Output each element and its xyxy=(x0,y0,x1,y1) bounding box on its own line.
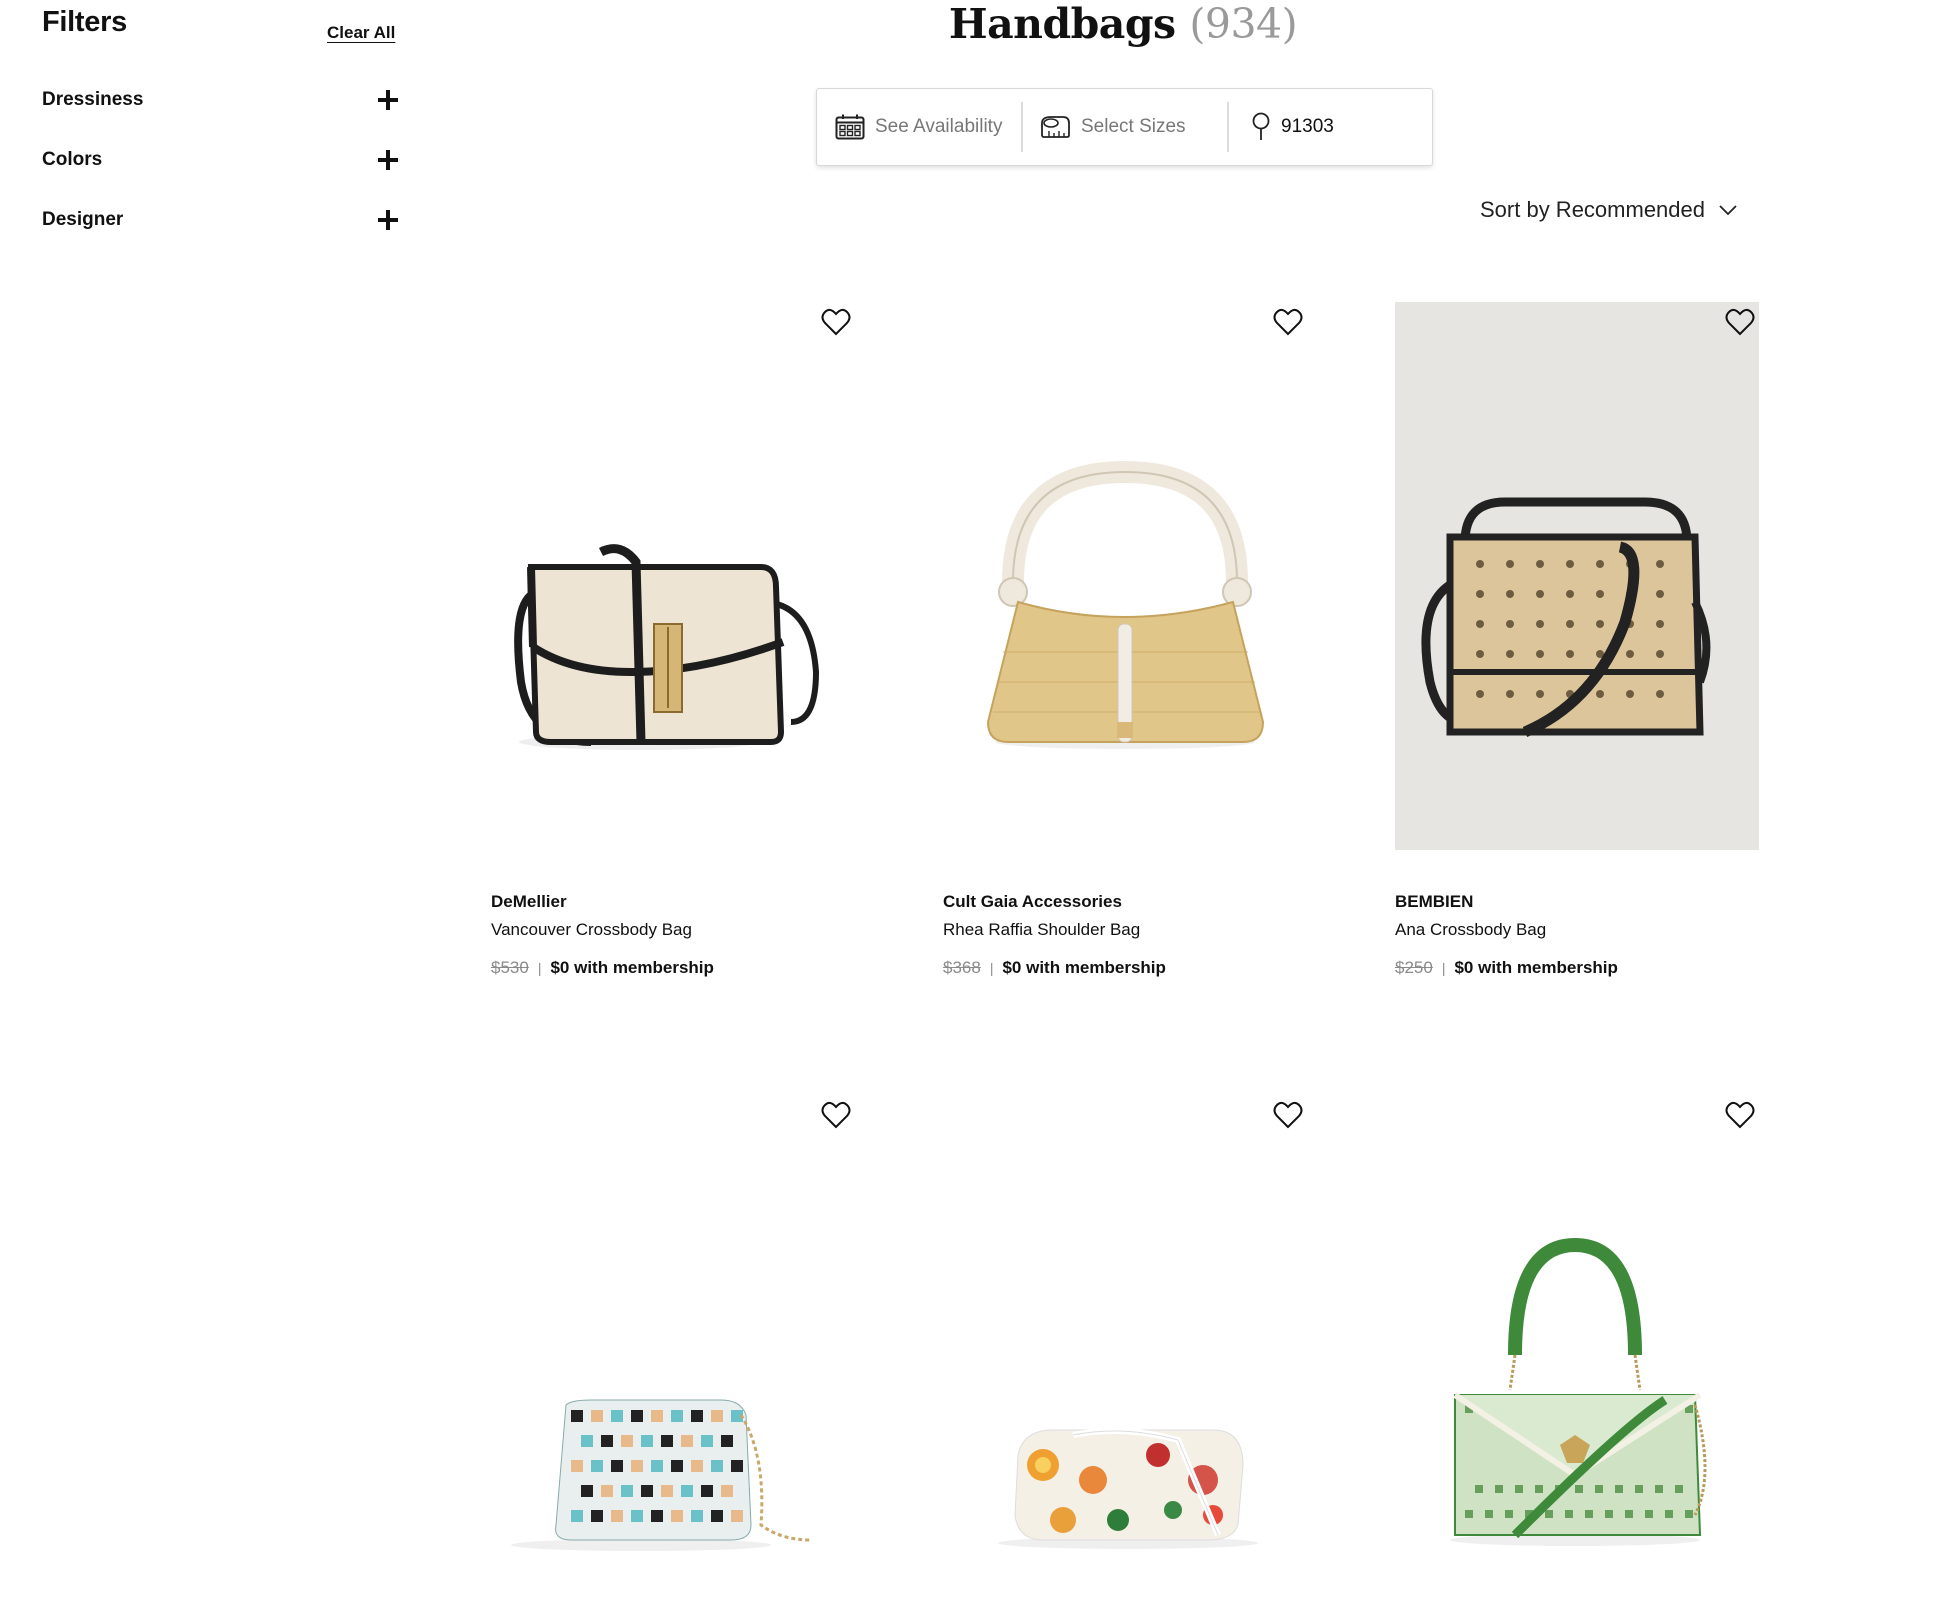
price-row: $530 | $0 with membership xyxy=(491,958,714,978)
product-name[interactable]: Ana Crossbody Bag xyxy=(1395,920,1546,940)
page-title: Handbags (934) xyxy=(0,0,1934,48)
price-divider: | xyxy=(537,960,542,976)
membership-price: $0 with membership xyxy=(1002,958,1166,977)
page-title-text: Handbags xyxy=(948,0,1176,48)
filter-dressiness[interactable]: Dressiness xyxy=(42,80,398,120)
filter-label: Dressiness xyxy=(42,89,144,110)
plus-icon[interactable] xyxy=(378,150,398,170)
product-image[interactable] xyxy=(943,302,1307,850)
select-sizes-label: Select Sizes xyxy=(1081,116,1186,137)
sort-label: Sort by Recommended xyxy=(1480,197,1705,222)
retail-price: $250 xyxy=(1395,958,1433,977)
heart-icon[interactable] xyxy=(1725,1101,1755,1129)
location-pin-icon xyxy=(1252,112,1270,140)
membership-price: $0 with membership xyxy=(1454,958,1618,977)
crossbody-bag-image xyxy=(514,544,820,750)
measuring-tape-icon xyxy=(1041,116,1070,138)
heart-icon[interactable] xyxy=(821,308,851,336)
product-card[interactable] xyxy=(1395,1095,1759,1607)
product-brand[interactable]: DeMellier xyxy=(491,892,567,912)
filter-label: Designer xyxy=(42,209,124,230)
select-sizes-button[interactable]: Select Sizes xyxy=(1023,102,1229,152)
plus-icon[interactable] xyxy=(378,90,398,110)
product-image[interactable] xyxy=(943,1095,1307,1607)
availability-bar: See Availability Select Sizes 91303 xyxy=(816,88,1433,166)
product-brand[interactable]: Cult Gaia Accessories xyxy=(943,892,1122,912)
product-image[interactable] xyxy=(1395,302,1759,850)
heart-icon[interactable] xyxy=(1273,1101,1303,1129)
rattan-crossbody-bag-image xyxy=(1421,497,1711,738)
beaded-clutch-image xyxy=(511,1399,812,1551)
retail-price: $368 xyxy=(943,958,981,977)
product-card[interactable]: DeMellier Vancouver Crossbody Bag $530 |… xyxy=(491,302,855,977)
product-image[interactable] xyxy=(1395,1095,1759,1607)
heart-icon[interactable] xyxy=(1273,308,1303,336)
product-card[interactable]: BEMBIEN Ana Crossbody Bag $250 | $0 with… xyxy=(1395,302,1759,977)
product-name[interactable]: Rhea Raffia Shoulder Bag xyxy=(943,920,1140,940)
product-card[interactable]: Cult Gaia Accessories Rhea Raffia Should… xyxy=(943,302,1307,977)
product-image[interactable] xyxy=(491,302,855,850)
zip-code-value: 91303 xyxy=(1281,116,1334,137)
chevron-down-icon xyxy=(1719,204,1737,215)
product-image[interactable] xyxy=(491,1095,855,1607)
raffia-shoulder-bag-image xyxy=(986,460,1265,749)
price-divider: | xyxy=(989,960,994,976)
result-count: (934) xyxy=(1189,0,1298,48)
filter-label: Colors xyxy=(42,149,103,170)
price-divider: | xyxy=(1441,960,1446,976)
heart-icon[interactable] xyxy=(1725,308,1755,336)
fruit-beaded-bag-image xyxy=(998,1428,1258,1549)
green-woven-bag-image xyxy=(1450,1237,1707,1546)
membership-price: $0 with membership xyxy=(550,958,714,977)
filter-colors[interactable]: Colors xyxy=(42,140,398,180)
plus-icon[interactable] xyxy=(378,210,398,230)
heart-icon[interactable] xyxy=(821,1101,851,1129)
zip-code-field[interactable]: 91303 xyxy=(1229,102,1432,152)
price-row: $368 | $0 with membership xyxy=(943,958,1166,978)
see-availability-label: See Availability xyxy=(875,116,1003,137)
product-card[interactable] xyxy=(943,1095,1307,1607)
product-name[interactable]: Vancouver Crossbody Bag xyxy=(491,920,692,940)
product-brand[interactable]: BEMBIEN xyxy=(1395,892,1473,912)
sort-dropdown[interactable]: Sort by Recommended xyxy=(1480,190,1737,230)
see-availability-button[interactable]: See Availability xyxy=(817,102,1023,152)
calendar-icon xyxy=(835,114,865,140)
product-card[interactable] xyxy=(491,1095,855,1607)
filter-designer[interactable]: Designer xyxy=(42,200,398,240)
price-row: $250 | $0 with membership xyxy=(1395,958,1618,978)
retail-price: $530 xyxy=(491,958,529,977)
